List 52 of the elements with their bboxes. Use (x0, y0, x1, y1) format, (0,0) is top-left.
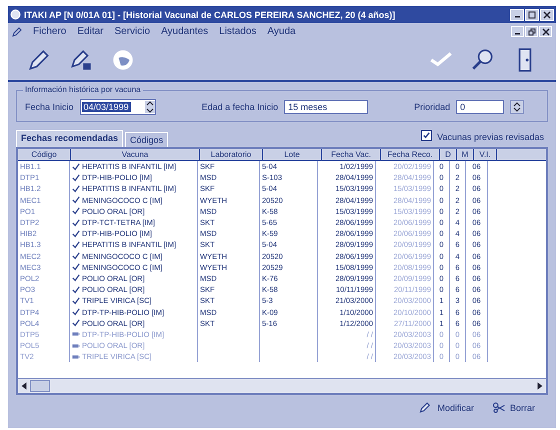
priority-field[interactable]: 0 (456, 100, 504, 114)
column-header[interactable]: Vacuna (71, 149, 200, 160)
column-header[interactable]: Fecha Reco. (381, 149, 440, 160)
close-icon (543, 10, 551, 18)
app-icon (10, 9, 21, 20)
column-header[interactable]: Lote (263, 149, 322, 160)
menu-item[interactable]: Editar (77, 26, 104, 37)
restore-icon (528, 28, 536, 36)
column-header[interactable]: M (457, 149, 474, 160)
horizontal-scrollbar[interactable] (18, 378, 546, 393)
menu-item[interactable]: Listados (219, 26, 256, 37)
close-button[interactable] (539, 26, 552, 37)
column-header[interactable]: Código (18, 149, 71, 160)
field-label: Edad a fecha Inicio (202, 102, 278, 112)
maximize-icon (528, 10, 536, 18)
tab[interactable]: Códigos (125, 132, 168, 147)
spin-button[interactable] (510, 100, 524, 114)
minimize-icon (514, 16, 520, 18)
close-button[interactable] (540, 8, 554, 20)
group-title: Información histórica por vacuna (23, 85, 143, 94)
spin-arrows-icon (513, 102, 522, 112)
menu-item[interactable]: Ayuda (267, 26, 296, 37)
scissors-icon (492, 402, 506, 413)
footer-button[interactable]: Borrar (490, 401, 536, 414)
tab[interactable]: Fechas recomendadas (16, 130, 124, 147)
field-label: Fecha Inicio (25, 102, 74, 112)
syringe-icon (72, 342, 80, 350)
column-header[interactable]: Fecha Vac. (322, 149, 381, 160)
column-header[interactable]: V.I. (474, 149, 497, 160)
checkbox-label: Vacunas previas revisadas (437, 132, 544, 142)
menu-item[interactable]: Servicio (114, 26, 150, 37)
minimize-icon (515, 33, 520, 35)
minimize-button[interactable] (510, 8, 524, 20)
date-dropdown[interactable]: 04/03/1999 (80, 99, 156, 115)
menu-item[interactable]: Ayudantes (161, 26, 208, 37)
menu-item[interactable]: Fichero (33, 26, 66, 37)
dropdown-arrow-icon (144, 101, 155, 113)
close-icon (542, 28, 550, 36)
field-label: Prioridad (414, 102, 450, 112)
age-field[interactable]: 15 meses (284, 100, 368, 114)
scroll-thumb[interactable] (30, 380, 50, 392)
minimize-button[interactable] (511, 26, 524, 37)
maximize-button[interactable] (525, 8, 539, 20)
restore-button[interactable] (525, 26, 538, 37)
column-header[interactable]: D (440, 149, 457, 160)
syringe-icon (72, 352, 80, 361)
checkbox[interactable] (421, 130, 432, 141)
syringe-icon (72, 330, 80, 338)
window-title: ITAKI AP [N 0/01A 01] - [Historial Vacunal de CARLOS PEREIRA SANCHEZ, 20 (4 años)] (24, 10, 396, 20)
column-header[interactable]: Laboratorio (200, 149, 263, 160)
footer-button[interactable]: Modificar (418, 401, 475, 414)
pencil-icon (12, 26, 22, 36)
